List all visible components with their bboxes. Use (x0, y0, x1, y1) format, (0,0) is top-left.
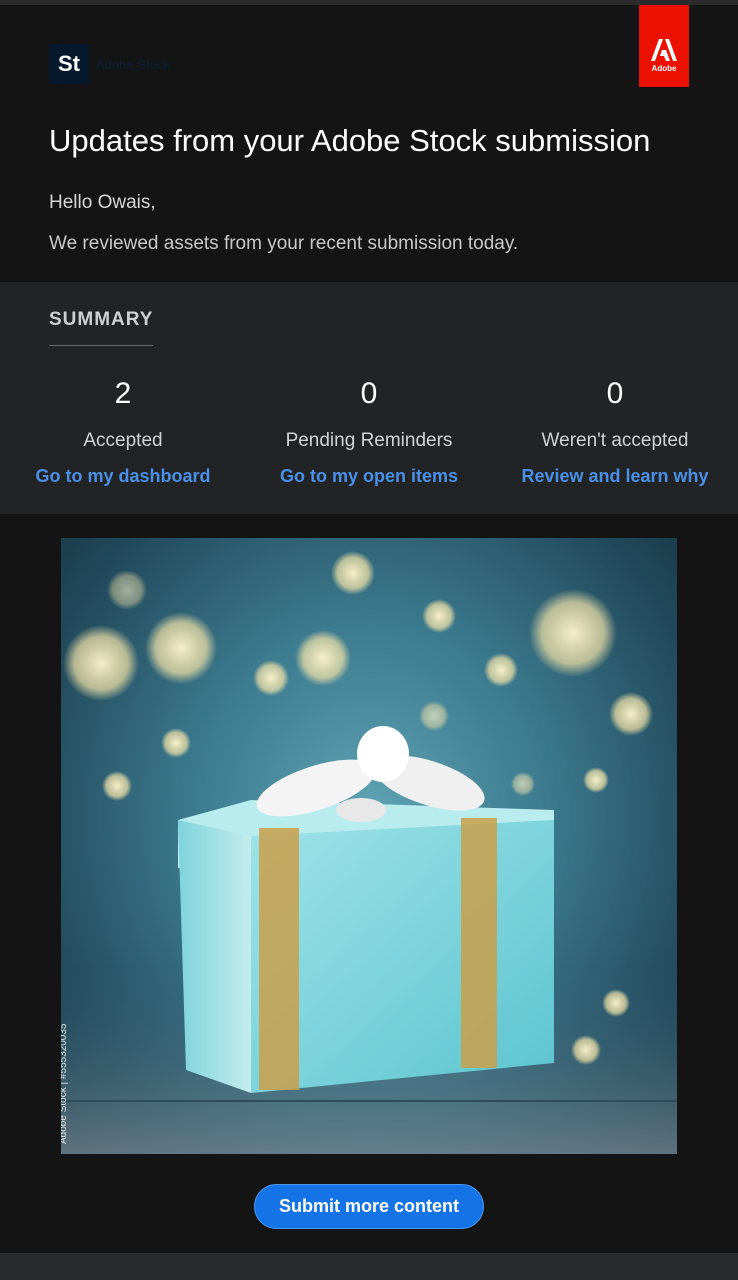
submit-more-content-button[interactable]: Submit more content (254, 1184, 484, 1229)
page-title: Updates from your Adobe Stock submission (49, 123, 651, 158)
stat-count: 0 (360, 377, 378, 410)
review-learn-link[interactable]: Review and learn why (492, 466, 738, 487)
email-header: St Adobe Stock Adobe Updates from your A… (0, 5, 738, 282)
summary-section: SUMMARY 2 Accepted Go to my dashboard 0 … (0, 282, 738, 514)
greeting: Hello Owais, (49, 192, 156, 213)
asset-preview-image[interactable]: Adobe Stock | #555320035 (61, 538, 677, 1154)
asset-id-caption: Adobe Stock | #555320035 (61, 1023, 69, 1144)
stat-rejected: 0 Weren't accepted Review and learn why (492, 374, 738, 487)
stat-count: 0 (606, 377, 624, 410)
stat-pending: 0 Pending Reminders Go to my open items (246, 374, 492, 487)
stat-count: 2 (114, 377, 132, 410)
intro-text: We reviewed assets from your recent subm… (49, 233, 519, 254)
adobe-stock-logo: St (49, 44, 89, 84)
open-items-link[interactable]: Go to my open items (246, 466, 492, 487)
stat-accepted: 2 Accepted Go to my dashboard (0, 374, 246, 487)
adobe-badge-text: Adobe (651, 64, 677, 73)
stat-label: Accepted (83, 430, 163, 451)
footer-bar (0, 1253, 738, 1280)
gift-box-illustration (61, 551, 677, 1154)
stat-label: Pending Reminders (285, 430, 453, 451)
summary-heading: SUMMARY (49, 309, 154, 346)
adobe-a-icon (651, 39, 677, 61)
product-mark: St (58, 51, 80, 76)
stat-label: Weren't accepted (541, 430, 689, 451)
adobe-logo: Adobe (639, 5, 689, 87)
dashboard-link[interactable]: Go to my dashboard (0, 466, 246, 487)
product-name: Adobe Stock (96, 57, 170, 72)
